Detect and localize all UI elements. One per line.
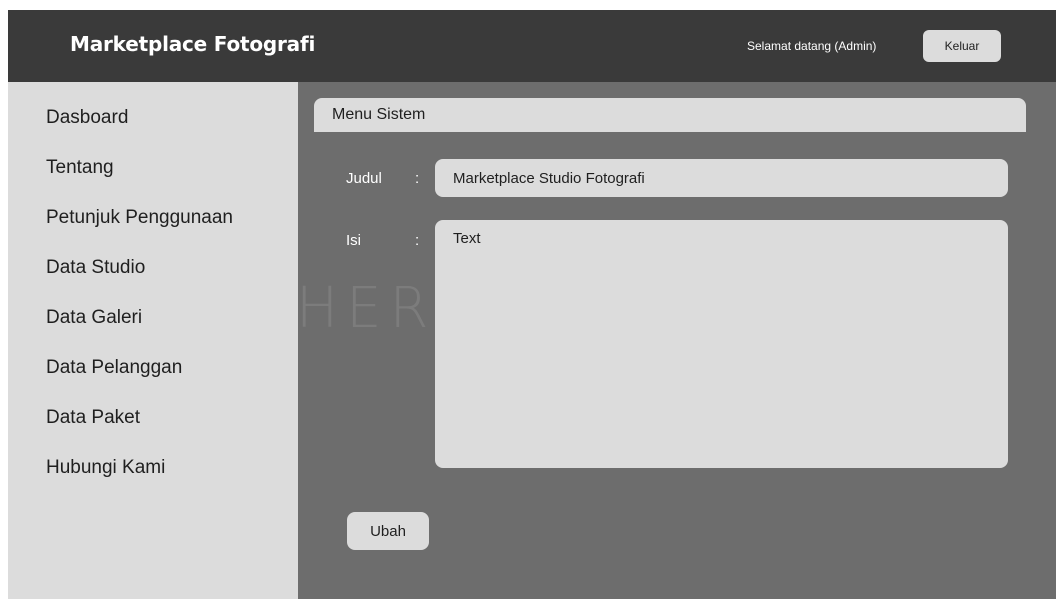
title-colon: : <box>415 170 420 187</box>
body-textarea[interactable]: Text <box>435 220 1008 468</box>
body-colon: : <box>415 232 420 249</box>
sidebar-item-data-galeri[interactable]: Data Galeri <box>46 307 142 329</box>
sidebar: Dasboard Tentang Petunjuk Penggunaan Dat… <box>8 82 298 599</box>
section-header: Menu Sistem <box>314 98 1026 132</box>
sidebar-item-petunjuk-penggunaan[interactable]: Petunjuk Penggunaan <box>46 207 233 229</box>
title-label: Judul <box>346 170 382 187</box>
section-title: Menu Sistem <box>332 106 426 123</box>
sidebar-item-data-studio[interactable]: Data Studio <box>46 257 145 279</box>
top-bar: Marketplace Fotografi Selamat datang (Ad… <box>8 10 1056 82</box>
logout-button[interactable]: Keluar <box>923 30 1001 62</box>
app-window: Marketplace Fotografi Selamat datang (Ad… <box>8 10 1056 599</box>
body-label: Isi <box>346 232 361 249</box>
brand-title: Marketplace Fotografi <box>70 32 316 56</box>
sidebar-item-data-pelanggan[interactable]: Data Pelanggan <box>46 357 182 379</box>
sidebar-item-dasboard[interactable]: Dasboard <box>46 107 128 129</box>
sidebar-item-data-paket[interactable]: Data Paket <box>46 407 140 429</box>
title-input[interactable] <box>435 159 1008 197</box>
welcome-text: Selamat datang (Admin) <box>747 39 877 53</box>
background-watermark: HER <box>296 276 437 341</box>
sidebar-item-hubungi-kami[interactable]: Hubungi Kami <box>46 457 165 479</box>
update-button[interactable]: Ubah <box>347 512 429 550</box>
sidebar-item-tentang[interactable]: Tentang <box>46 157 114 179</box>
